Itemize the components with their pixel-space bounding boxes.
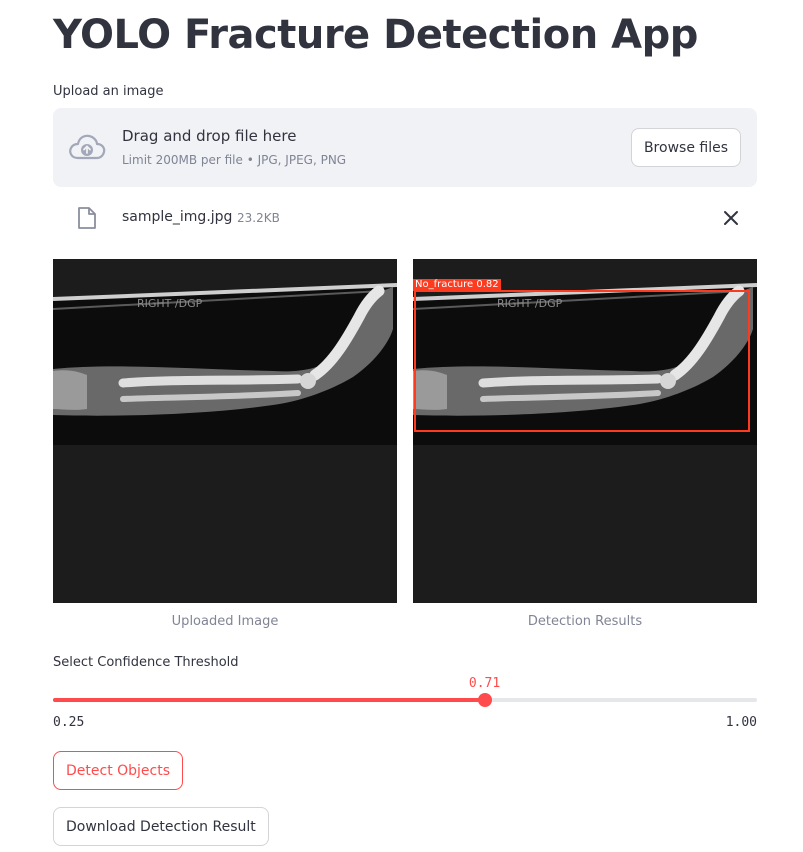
slider-fill xyxy=(53,698,485,702)
dropzone-title: Drag and drop file here xyxy=(122,127,297,145)
download-result-button[interactable]: Download Detection Result xyxy=(53,807,269,846)
file-icon xyxy=(78,207,96,229)
slider-thumb[interactable] xyxy=(477,693,492,707)
page-title: YOLO Fracture Detection App xyxy=(53,12,698,58)
uploaded-image: RIGHT /DGP xyxy=(53,259,397,603)
confidence-slider[interactable] xyxy=(53,693,757,707)
upload-label: Upload an image xyxy=(53,84,164,99)
slider-value: 0.71 xyxy=(468,676,501,691)
detection-bounding-box xyxy=(414,290,750,432)
confidence-slider-label: Select Confidence Threshold xyxy=(53,655,239,670)
browse-files-button[interactable]: Browse files xyxy=(630,128,741,167)
detection-label: No_fracture 0.82 xyxy=(413,279,501,291)
file-dropzone[interactable]: Drag and drop file here Limit 200MB per … xyxy=(53,108,757,187)
dropzone-limit-text: Limit 200MB per file • JPG, JPEG, PNG xyxy=(122,153,347,167)
close-icon[interactable] xyxy=(723,210,739,226)
file-name: sample_img.jpg xyxy=(122,209,233,225)
uploaded-file-row: sample_img.jpg 23.2KB xyxy=(53,200,757,236)
detect-objects-button[interactable]: Detect Objects xyxy=(53,751,184,790)
xray-marker-text: RIGHT /DGP xyxy=(137,297,203,310)
cloud-upload-icon xyxy=(69,134,106,160)
detection-result-image: RIGHT /DGP No_fracture 0.82 xyxy=(413,259,757,603)
file-size: 23.2KB xyxy=(237,211,280,225)
xray-image: RIGHT /DGP xyxy=(53,259,397,603)
slider-max-value: 1.00 xyxy=(725,715,757,730)
uploaded-image-caption: Uploaded Image xyxy=(171,614,279,629)
slider-min-value: 0.25 xyxy=(53,715,85,730)
detection-results-caption: Detection Results xyxy=(527,614,643,629)
